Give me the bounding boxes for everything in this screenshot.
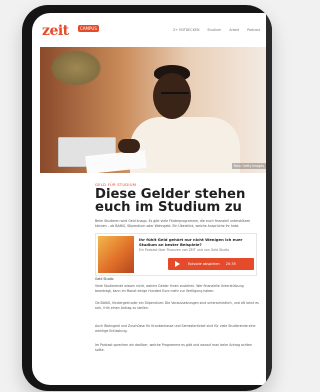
play-icon xyxy=(175,261,180,267)
plant-illustration xyxy=(46,47,106,89)
nav-item[interactable]: Studium xyxy=(207,28,221,32)
article-paragraph: Ob BAföG, Kindergeld oder ein Stipendium… xyxy=(95,301,259,310)
nav-item[interactable]: Podcast xyxy=(247,28,260,32)
logo-badge: CAMPUS xyxy=(78,25,99,32)
person-hand xyxy=(118,139,140,153)
article-paragraph: Im Podcast sprechen wir darüber, welche … xyxy=(95,343,252,352)
article-headline: Diese Gelder stehen euch im Studium zu xyxy=(95,187,246,215)
nav-item[interactable]: Arbeit xyxy=(229,28,239,32)
play-episode-button[interactable]: Episode abspielen 20:35 xyxy=(168,258,254,270)
podcast-subtitle: Ein Podcast über Finanzen von ZEIT und v… xyxy=(139,248,230,252)
webpage: zeit CAMPUS Z+ ENTDECKEN Studium Arbeit … xyxy=(32,13,270,385)
article-paragraph: Viele Studierende wissen nicht, welche G… xyxy=(95,284,244,293)
article-paragraph: Auch Wohngeld und Zuschüsse für Krankenk… xyxy=(95,324,256,333)
hero-image: Foto: Getty Images xyxy=(40,47,270,173)
image-caption: Foto: Getty Images xyxy=(231,163,266,169)
site-header: zeit CAMPUS Z+ ENTDECKEN Studium Arbeit … xyxy=(32,13,270,45)
podcast-thumbnail xyxy=(98,236,134,273)
play-label: Episode abspielen xyxy=(188,262,220,266)
episode-duration: 20:35 xyxy=(225,262,236,266)
podcast-brand: Geld Studio xyxy=(95,277,114,281)
device-edge xyxy=(266,5,272,391)
article-paragraph: Beim Studieren wird Geld knapp. Es gibt … xyxy=(95,219,251,228)
podcast-card[interactable]: Ihr fühlt Geld gehört nur nicht Wenigen … xyxy=(95,233,257,276)
nav-item[interactable]: Z+ ENTDECKEN xyxy=(173,28,199,32)
podcast-title: Ihr fühlt Geld gehört nur nicht Wenigen … xyxy=(139,237,243,247)
site-logo[interactable]: zeit xyxy=(42,23,69,39)
tablet-frame: zeit CAMPUS Z+ ENTDECKEN Studium Arbeit … xyxy=(22,5,272,391)
glasses xyxy=(161,92,189,100)
top-navigation: Z+ ENTDECKEN Studium Arbeit Podcast xyxy=(173,28,260,32)
